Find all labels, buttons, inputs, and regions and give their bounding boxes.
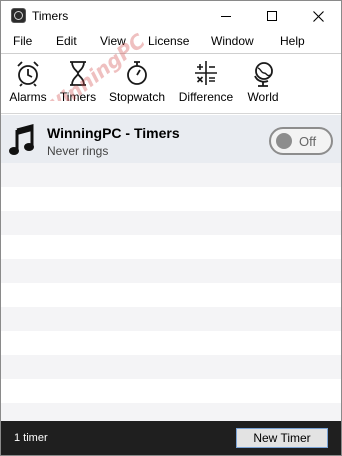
timer-name: WinningPC - Timers bbox=[47, 125, 180, 141]
window-title: Timers bbox=[32, 9, 69, 23]
list-stripe bbox=[1, 307, 341, 331]
status-bar: 1 timer New Timer bbox=[1, 421, 341, 455]
toggle-label: Off bbox=[299, 134, 317, 149]
title-bar[interactable]: Timers bbox=[1, 1, 341, 31]
list-stripe bbox=[1, 259, 341, 283]
toolbar-world-button[interactable]: World bbox=[244, 58, 282, 108]
globe-icon bbox=[254, 62, 273, 87]
menu-view[interactable]: View bbox=[100, 34, 126, 48]
minimize-icon bbox=[221, 15, 231, 17]
timers-window: Timers File Edit View License Window Hel… bbox=[0, 0, 342, 456]
timer-list[interactable]: WinningPC - Timers Never rings Off bbox=[1, 115, 341, 421]
toolbar-difference-label: Difference bbox=[178, 90, 234, 104]
menu-help[interactable]: Help bbox=[280, 34, 305, 48]
close-icon bbox=[312, 10, 324, 22]
toolbar: Alarms Timers Stopwatch Difference World bbox=[1, 54, 341, 110]
toolbar-stopwatch-label: Stopwatch bbox=[108, 90, 166, 104]
toolbar-world-label: World bbox=[247, 90, 279, 104]
maximize-button[interactable] bbox=[249, 1, 295, 31]
timer-count: 1 timer bbox=[14, 432, 48, 444]
toolbar-timers-label: Timers bbox=[59, 90, 97, 104]
new-timer-button[interactable]: New Timer bbox=[236, 428, 328, 448]
list-stripe bbox=[1, 403, 341, 421]
alarm-clock-icon bbox=[17, 61, 39, 87]
toolbar-alarms-label: Alarms bbox=[9, 90, 47, 104]
toolbar-divider bbox=[1, 113, 341, 114]
menu-license[interactable]: License bbox=[148, 34, 189, 48]
toolbar-timers-button[interactable]: Timers bbox=[58, 58, 98, 108]
timer-subtitle: Never rings bbox=[47, 144, 109, 158]
toolbar-alarms-button[interactable]: Alarms bbox=[7, 58, 49, 108]
list-stripe bbox=[1, 355, 341, 379]
calculator-icon bbox=[195, 61, 217, 85]
maximize-icon bbox=[267, 11, 277, 21]
menu-window[interactable]: Window bbox=[211, 34, 254, 48]
menu-bar: File Edit View License Window Help bbox=[1, 31, 341, 53]
toggle-knob bbox=[276, 133, 292, 149]
toolbar-difference-button[interactable]: Difference bbox=[177, 58, 235, 108]
timers-app-icon bbox=[11, 8, 26, 23]
music-note-icon bbox=[9, 124, 34, 155]
minimize-button[interactable] bbox=[203, 1, 249, 31]
list-stripe bbox=[1, 211, 341, 235]
menu-edit[interactable]: Edit bbox=[56, 34, 77, 48]
close-button[interactable] bbox=[295, 1, 341, 31]
menu-file[interactable]: File bbox=[13, 34, 32, 48]
timer-enable-toggle[interactable]: Off bbox=[269, 127, 333, 155]
stopwatch-icon bbox=[127, 61, 147, 85]
hourglass-icon bbox=[70, 61, 86, 86]
list-stripe bbox=[1, 163, 341, 187]
toolbar-stopwatch-button[interactable]: Stopwatch bbox=[107, 58, 167, 108]
timer-list-item[interactable]: WinningPC - Timers Never rings Off bbox=[1, 115, 341, 163]
